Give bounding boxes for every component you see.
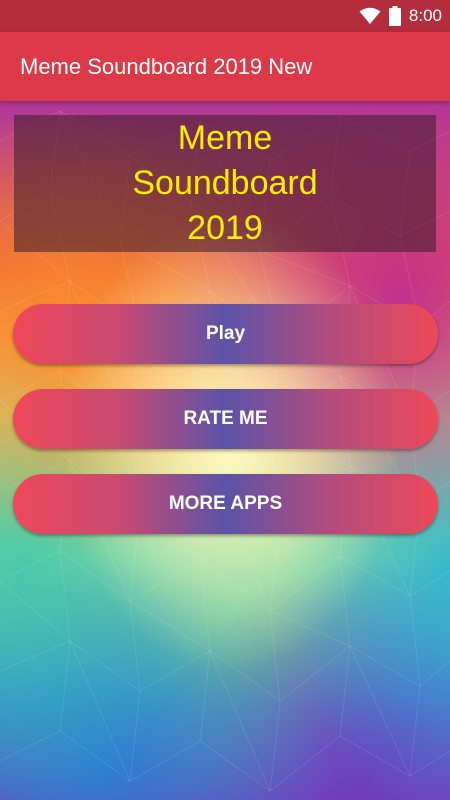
clock: 8:00 — [408, 6, 442, 25]
play-button[interactable]: Play — [13, 304, 438, 364]
app-bar-title: Meme Soundboard 2019 New — [20, 53, 313, 79]
more-apps-button[interactable]: MORE APPS — [13, 474, 438, 534]
app-title-heading: Meme Soundboard 2019 — [132, 119, 318, 247]
battery-icon — [388, 6, 401, 26]
app-screen: 8:00 Meme Soundboard 2019 New Meme Sound… — [0, 0, 450, 800]
wifi-icon — [359, 7, 381, 25]
rate-me-button[interactable]: RATE ME — [13, 389, 438, 449]
title-card: Meme Soundboard 2019 — [14, 115, 436, 252]
app-bar: Meme Soundboard 2019 New — [0, 32, 450, 101]
status-bar: 8:00 — [0, 0, 450, 32]
